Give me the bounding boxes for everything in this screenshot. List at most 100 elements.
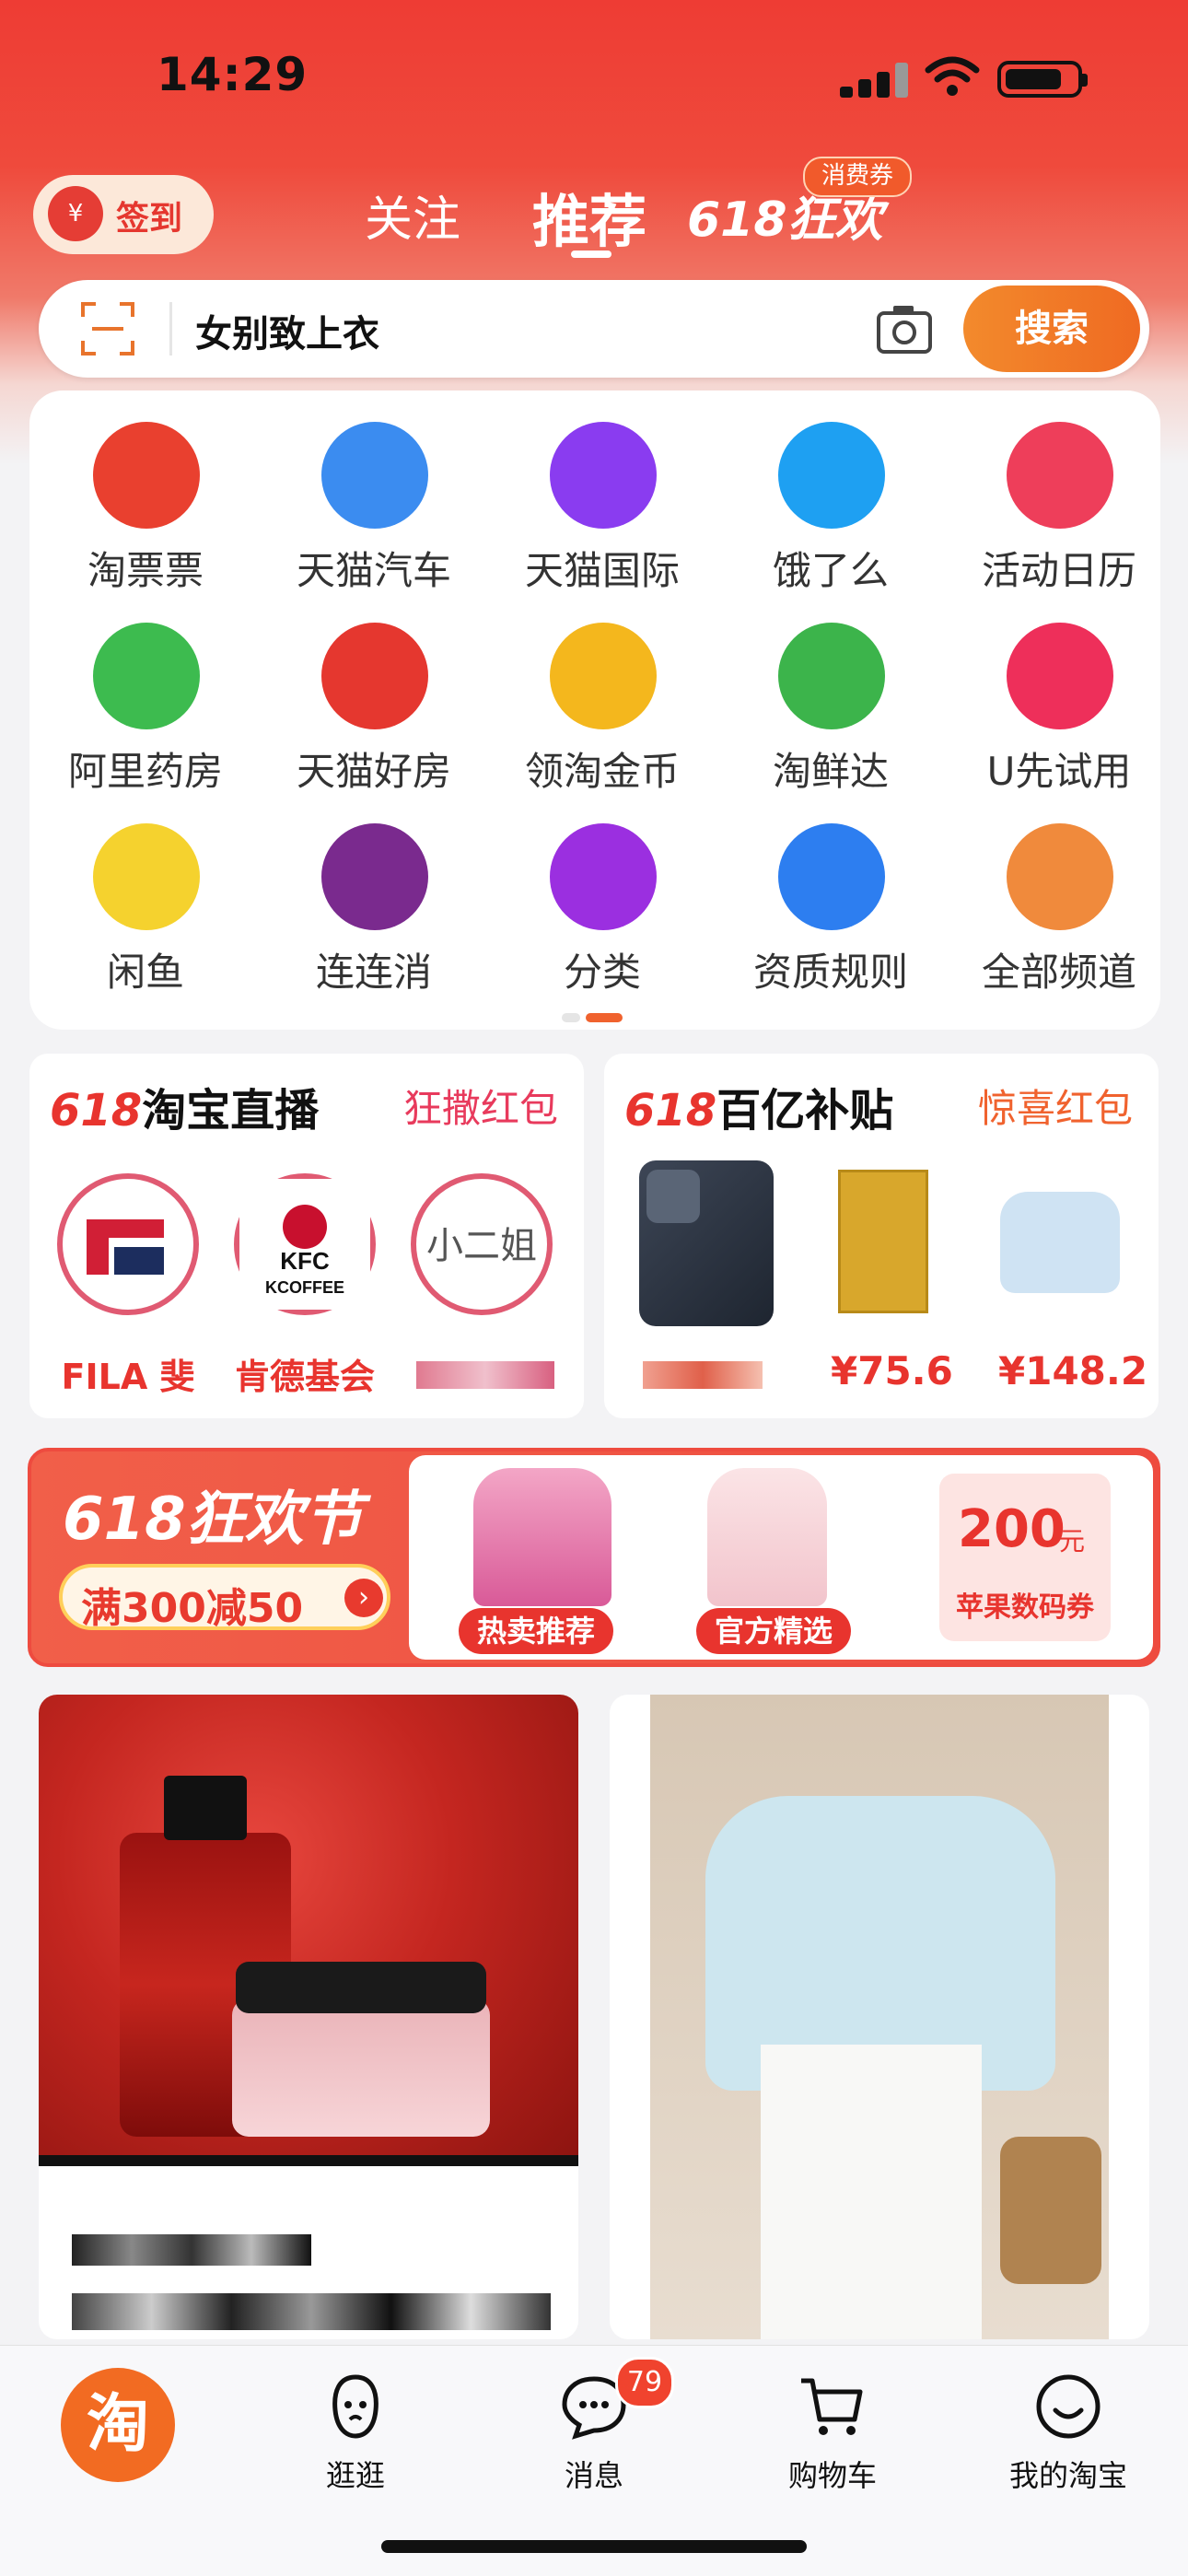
discount-pill[interactable]: 满300减50 › bbox=[59, 1564, 390, 1632]
chevron-right-icon: › bbox=[344, 1579, 383, 1617]
eleme-icon bbox=[778, 422, 885, 529]
subsidy-promo-prefix: 618 bbox=[624, 1085, 717, 1136]
cart-icon bbox=[801, 2378, 863, 2435]
shortcut-item[interactable]: 分类 bbox=[489, 801, 716, 1004]
live-promo-prefix: 618 bbox=[50, 1085, 143, 1136]
shortcut-item[interactable]: 天猫汽车 bbox=[261, 400, 487, 602]
battery-icon bbox=[997, 61, 1088, 98]
shortcut-item[interactable]: 天猫国际 bbox=[489, 400, 716, 602]
svg-text:KCOFFEE: KCOFFEE bbox=[265, 1278, 344, 1297]
hot-sale-tag[interactable]: 热卖推荐 bbox=[459, 1608, 614, 1654]
shortcut-label: U先试用 bbox=[986, 749, 1132, 794]
blouse-product-image[interactable] bbox=[1000, 1192, 1120, 1293]
phone-product-image[interactable] bbox=[639, 1160, 774, 1326]
active-tab-indicator bbox=[571, 251, 611, 258]
plane-icon bbox=[550, 422, 657, 529]
live-promo-title-text: 淘宝直播 bbox=[142, 1085, 320, 1136]
shortcut-label: 淘票票 bbox=[87, 548, 204, 593]
feed-card-blouse[interactable] bbox=[610, 1695, 1149, 2339]
shortcut-item[interactable]: 闲鱼 bbox=[32, 801, 259, 1004]
camera-icon[interactable] bbox=[875, 302, 934, 356]
subsidy-promo-card[interactable]: 618百亿补贴 惊喜红包 ¥75.6 ¥148.2 bbox=[604, 1054, 1159, 1418]
tab-label: 我的淘宝 bbox=[1008, 2458, 1127, 2493]
shop-logo[interactable]: 小二姐 bbox=[411, 1173, 553, 1315]
u-icon bbox=[1007, 623, 1113, 729]
home-tab[interactable]: 淘 bbox=[61, 2368, 175, 2482]
tab-cart[interactable]: 购物车 bbox=[740, 2370, 925, 2495]
shield-check-icon bbox=[778, 823, 885, 930]
checkin-label: 签到 bbox=[116, 200, 183, 238]
search-bar[interactable]: 女别致上衣 搜索 bbox=[39, 280, 1149, 378]
banner-products: 热卖推荐 官方精选 200 元 苹果数码券 bbox=[409, 1455, 1153, 1660]
voucher-label: 苹果数码券 bbox=[956, 1591, 1094, 1624]
skincare-product-image bbox=[39, 1695, 578, 2155]
shortcut-item[interactable]: 淘票票 bbox=[32, 400, 259, 602]
svg-text:KFC: KFC bbox=[280, 1247, 330, 1275]
tab-follow[interactable]: 关注 bbox=[365, 181, 460, 250]
carnival-banner[interactable]: 618狂欢节 满300减50 › 热卖推荐 官方精选 200 元 苹果数码券 bbox=[28, 1448, 1160, 1667]
scan-icon[interactable] bbox=[79, 300, 136, 357]
grid-apps-icon bbox=[1007, 823, 1113, 930]
search-input[interactable]: 女别致上衣 bbox=[195, 304, 379, 357]
checkin-button[interactable]: ¥ 签到 bbox=[33, 175, 214, 254]
search-button[interactable]: 搜索 bbox=[963, 286, 1140, 372]
coin-icon bbox=[550, 623, 657, 729]
shortcut-item[interactable]: 活动日历 bbox=[946, 400, 1172, 602]
tab-profile[interactable]: 我的淘宝 bbox=[976, 2370, 1160, 2495]
wifi-icon bbox=[925, 56, 980, 96]
shortcut-item[interactable]: 领淘金币 bbox=[489, 600, 716, 803]
shortcut-label: 连连消 bbox=[315, 950, 432, 995]
shortcut-label: 资质规则 bbox=[752, 950, 908, 995]
white-dress-image[interactable] bbox=[707, 1468, 827, 1606]
coupon-badge: 消费券 bbox=[803, 157, 913, 197]
tab-recommend[interactable]: 推荐 bbox=[532, 175, 646, 258]
voucher-card[interactable]: 200 元 苹果数码券 bbox=[939, 1474, 1111, 1641]
pink-blouse-image[interactable] bbox=[473, 1468, 611, 1606]
subsidy-promo-tag[interactable]: 惊喜红包 bbox=[978, 1078, 1133, 1134]
smile-icon bbox=[1036, 2374, 1101, 2439]
product-price: ¥148.2 bbox=[998, 1348, 1148, 1393]
calendar-icon bbox=[1007, 422, 1113, 529]
shortcut-label: 分类 bbox=[563, 950, 641, 995]
tea-product-image[interactable] bbox=[838, 1170, 928, 1313]
official-pick-tag[interactable]: 官方精选 bbox=[696, 1608, 852, 1654]
kfc-logo[interactable]: KFC KCOFFEE bbox=[234, 1173, 376, 1315]
shortcut-label: 全部频道 bbox=[981, 950, 1136, 995]
shortcut-item[interactable]: 资质规则 bbox=[717, 801, 944, 1004]
basket-shape bbox=[1000, 2137, 1101, 2284]
live-promo-tag[interactable]: 狂撒红包 bbox=[403, 1078, 558, 1134]
live-promo-card[interactable]: 618淘宝直播 狂撒红包 KFC KCOFFEE 小二姐 FILA 斐 肯德基会 bbox=[29, 1054, 584, 1418]
tab-label: 逛逛 bbox=[325, 2458, 385, 2493]
shortcut-item[interactable]: 连连消 bbox=[261, 801, 487, 1004]
shortcut-item[interactable]: 淘鲜达 bbox=[717, 600, 944, 803]
shortcut-item[interactable]: 天猫好房 bbox=[261, 600, 487, 803]
feed-card-skincare[interactable] bbox=[39, 1695, 578, 2339]
house-icon bbox=[321, 623, 428, 729]
medicine-icon bbox=[93, 623, 200, 729]
shortcut-item[interactable]: 阿里药房 bbox=[32, 600, 259, 803]
bottle-cap bbox=[164, 1776, 247, 1840]
jar-lid bbox=[236, 1962, 486, 2013]
voucher-amount: 200 bbox=[958, 1499, 1066, 1559]
shortcut-item[interactable]: U先试用 bbox=[946, 600, 1172, 803]
shortcut-label: 天猫好房 bbox=[296, 749, 451, 794]
signal-icon bbox=[840, 61, 914, 98]
tab-label: 购物车 bbox=[787, 2458, 877, 2493]
fila-logo[interactable] bbox=[57, 1173, 199, 1315]
shortcut-item[interactable]: 全部频道 bbox=[946, 801, 1172, 1004]
live-promo-title: 618淘宝直播 bbox=[50, 1074, 319, 1138]
discount-text: 满300减50 bbox=[81, 1585, 304, 1632]
car-icon bbox=[321, 422, 428, 529]
shortcut-item[interactable]: 饿了么 bbox=[717, 400, 944, 602]
blurred-name bbox=[416, 1361, 554, 1389]
tab-explore[interactable]: 逛逛 bbox=[263, 2370, 448, 2495]
message-count-badge: 79 bbox=[615, 2357, 674, 2408]
grocery-icon bbox=[778, 623, 885, 729]
search-divider bbox=[169, 302, 172, 356]
shortcut-label: 天猫国际 bbox=[524, 548, 680, 593]
skirt-shape bbox=[761, 2045, 982, 2339]
fish-icon bbox=[93, 823, 200, 930]
live-item-name: FILA 斐 bbox=[61, 1357, 195, 1397]
live-item-name: 肯德基会 bbox=[234, 1357, 375, 1397]
shortcut-label: 闲鱼 bbox=[106, 950, 184, 995]
